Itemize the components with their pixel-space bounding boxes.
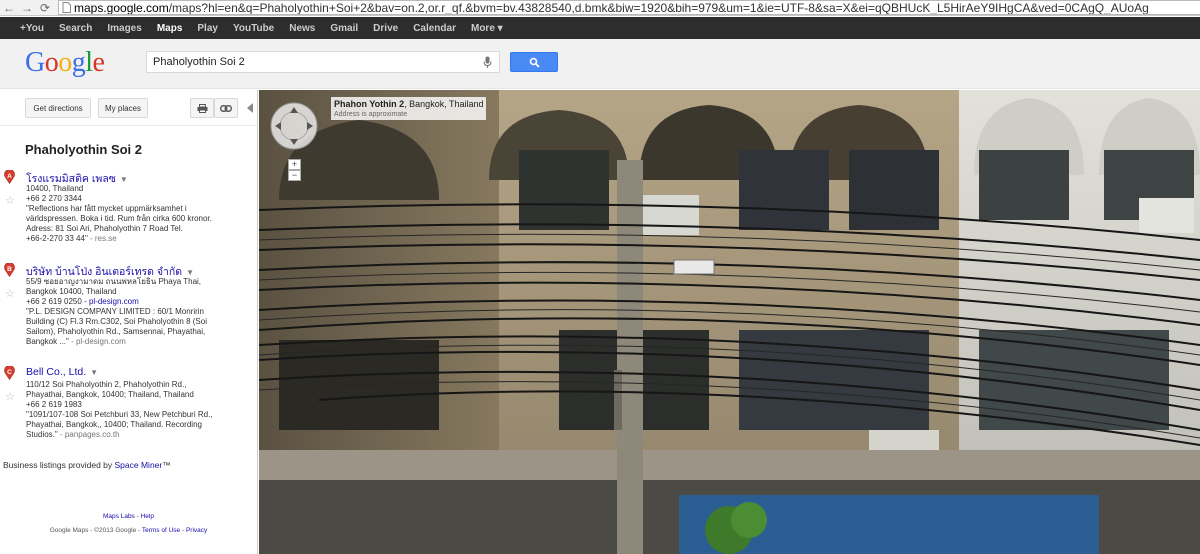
- map-marker-icon[interactable]: A: [4, 170, 15, 184]
- printer-icon[interactable]: [190, 98, 214, 118]
- svg-text:C: C: [7, 369, 12, 376]
- chevron-down-icon[interactable]: ▼: [186, 268, 194, 277]
- google-logo[interactable]: Google: [25, 47, 105, 79]
- star-icon[interactable]: ☆: [5, 390, 15, 403]
- maps-labs-link[interactable]: Maps Labs: [103, 513, 135, 520]
- result-source: - panpages.co.th: [57, 430, 120, 439]
- zoom-in-button[interactable]: +: [288, 159, 301, 170]
- url-text: maps.google.com/maps?hl=en&q=Phaholyothi…: [74, 0, 1149, 15]
- help-link[interactable]: Help: [141, 513, 154, 520]
- result-website-link[interactable]: pl-design.com: [89, 297, 139, 306]
- street-view-panorama[interactable]: [259, 90, 1200, 554]
- my-places-button[interactable]: My places: [98, 98, 148, 118]
- chevron-down-icon[interactable]: ▼: [90, 368, 98, 377]
- link-icon[interactable]: [214, 98, 238, 118]
- panel-toolbar: Get directions My places: [0, 90, 257, 126]
- street-view-image: [259, 90, 1200, 554]
- reload-icon[interactable]: ⟳: [36, 0, 54, 16]
- panel-footer-copyright: Google Maps - ©2013 Google - Terms of Us…: [49, 527, 208, 534]
- browser-address-bar: ← → ⟳ maps.google.com/maps?hl=en&q=Phaho…: [0, 0, 1200, 16]
- gbar-you[interactable]: +You: [20, 23, 44, 34]
- street-view-place: Phahon Yothin 2, Bangkok, Thailand: [334, 99, 484, 109]
- gbar-images[interactable]: Images: [107, 23, 141, 34]
- search-button[interactable]: [510, 52, 558, 72]
- search-input-value: Phaholyothin Soi 2: [153, 56, 245, 68]
- svg-text:A: A: [7, 173, 12, 180]
- street-view-address-label: Phahon Yothin 2, Bangkok, Thailand Addre…: [331, 97, 486, 120]
- privacy-link[interactable]: Privacy: [186, 527, 207, 534]
- star-icon[interactable]: ☆: [5, 194, 15, 207]
- results-title: Phaholyothin Soi 2: [25, 142, 143, 157]
- search-input[interactable]: Phaholyothin Soi 2: [146, 51, 500, 73]
- page-icon: [62, 2, 71, 13]
- gbar-more[interactable]: More ▾: [471, 23, 503, 34]
- gbar-play[interactable]: Play: [197, 23, 218, 34]
- collapse-triangle-icon[interactable]: [247, 103, 253, 113]
- gbar-gmail[interactable]: Gmail: [330, 23, 358, 34]
- get-directions-button[interactable]: Get directions: [25, 98, 91, 118]
- forward-arrow-icon[interactable]: →: [18, 0, 36, 16]
- magnifier-icon: [529, 57, 540, 68]
- map-marker-icon[interactable]: C: [4, 366, 15, 380]
- google-bar: +You Search Images Maps Play YouTube New…: [0, 17, 1200, 39]
- pan-compass-icon[interactable]: [269, 101, 319, 151]
- star-icon[interactable]: ☆: [5, 287, 15, 300]
- microphone-icon[interactable]: [475, 52, 499, 72]
- gbar-drive[interactable]: Drive: [373, 23, 398, 34]
- panel-footer-links: Maps Labs - Help: [103, 513, 154, 520]
- chevron-down-icon[interactable]: ▼: [120, 175, 128, 184]
- business-listings-credit: Business listings provided by Space Mine…: [3, 460, 171, 470]
- result-details: 10400, Thailand +66 2 270 3344 "Reflecti…: [26, 184, 212, 243]
- zoom-out-button[interactable]: −: [288, 170, 301, 181]
- maps-header: Google Phaholyothin Soi 2: [0, 39, 1200, 89]
- svg-text:B: B: [7, 266, 12, 273]
- results-panel: Get directions My places Phaholyothin So…: [0, 90, 258, 554]
- terms-link[interactable]: Terms of Use: [142, 527, 180, 534]
- result-source: - res.se: [87, 234, 117, 243]
- back-arrow-icon[interactable]: ←: [0, 0, 18, 16]
- result-source: - pl-design.com: [68, 337, 126, 346]
- result-name[interactable]: Bell Co., Ltd. ▼: [26, 366, 98, 378]
- gbar-maps[interactable]: Maps: [157, 23, 183, 34]
- result-details: 55/9 ซอยอาญงามาดม ถนนพหลโยธิน Phaya Thai…: [26, 277, 207, 346]
- result-details: 110/12 Soi Phaholyothin 2, Phaholyothin …: [26, 380, 213, 439]
- space-miner-link[interactable]: Space Miner: [115, 460, 163, 470]
- address-approximate-note: Address is approximate: [334, 111, 408, 118]
- url-field[interactable]: maps.google.com/maps?hl=en&q=Phaholyothi…: [58, 0, 1200, 15]
- gbar-youtube[interactable]: YouTube: [233, 23, 274, 34]
- gbar-news[interactable]: News: [289, 23, 315, 34]
- gbar-search[interactable]: Search: [59, 23, 92, 34]
- map-marker-icon[interactable]: B: [4, 263, 15, 277]
- gbar-calendar[interactable]: Calendar: [413, 23, 456, 34]
